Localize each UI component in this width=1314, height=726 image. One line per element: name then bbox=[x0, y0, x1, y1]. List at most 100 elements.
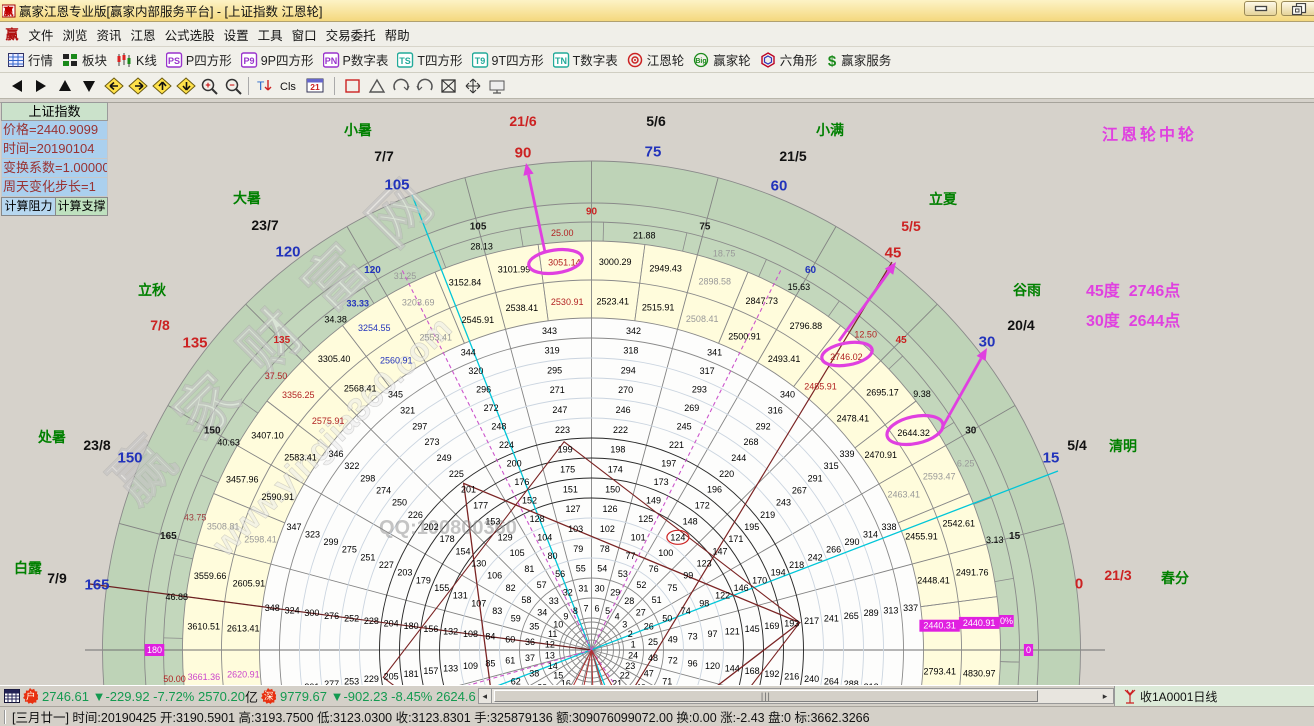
svg-text:2530.91: 2530.91 bbox=[551, 297, 584, 307]
svg-text:53: 53 bbox=[618, 569, 628, 579]
svg-text:TS: TS bbox=[400, 56, 412, 66]
svg-text:处暑: 处暑 bbox=[37, 429, 66, 445]
svg-text:29: 29 bbox=[610, 588, 620, 598]
svg-text:2793.41: 2793.41 bbox=[924, 666, 957, 676]
svg-text:12: 12 bbox=[545, 640, 555, 650]
svg-text:298: 298 bbox=[360, 473, 375, 483]
svg-text:293: 293 bbox=[692, 385, 707, 395]
svg-text:75: 75 bbox=[667, 583, 677, 593]
svg-text:193: 193 bbox=[784, 619, 799, 629]
svg-text:5/5: 5/5 bbox=[901, 218, 921, 234]
svg-text:244: 244 bbox=[731, 453, 746, 463]
svg-text:220: 220 bbox=[719, 469, 734, 479]
svg-text:107: 107 bbox=[471, 598, 486, 608]
svg-text:273: 273 bbox=[424, 437, 439, 447]
svg-text:82: 82 bbox=[506, 583, 516, 593]
svg-text:3610.51: 3610.51 bbox=[187, 621, 220, 631]
svg-text:7/7: 7/7 bbox=[374, 148, 394, 164]
svg-text:21/3: 21/3 bbox=[1104, 567, 1131, 583]
svg-text:81: 81 bbox=[524, 564, 534, 574]
svg-text:269: 269 bbox=[684, 403, 699, 413]
svg-text:2898.58: 2898.58 bbox=[699, 277, 732, 287]
svg-text:120: 120 bbox=[275, 244, 300, 261]
svg-text:270: 270 bbox=[618, 385, 633, 395]
svg-text:50.00: 50.00 bbox=[163, 674, 186, 684]
svg-text:2590.91: 2590.91 bbox=[262, 492, 295, 502]
svg-text:赢: 赢 bbox=[4, 5, 14, 18]
svg-text:317: 317 bbox=[700, 366, 715, 376]
svg-text:205: 205 bbox=[384, 671, 399, 681]
svg-text:2491.76: 2491.76 bbox=[956, 568, 989, 578]
svg-text:30: 30 bbox=[965, 426, 977, 437]
svg-text:248: 248 bbox=[491, 421, 506, 431]
svg-text:57: 57 bbox=[537, 580, 547, 590]
svg-text:28: 28 bbox=[624, 596, 634, 606]
svg-text:223: 223 bbox=[555, 425, 570, 435]
svg-text:291: 291 bbox=[808, 473, 823, 483]
svg-text:146: 146 bbox=[734, 583, 749, 593]
svg-text:105: 105 bbox=[470, 221, 487, 232]
svg-text:201: 201 bbox=[461, 485, 476, 495]
svg-text:23/7: 23/7 bbox=[251, 217, 278, 233]
svg-text:2949.43: 2949.43 bbox=[649, 264, 682, 274]
svg-text:80: 80 bbox=[547, 551, 557, 561]
svg-text:2538.41: 2538.41 bbox=[506, 303, 539, 313]
svg-text:7: 7 bbox=[583, 603, 588, 613]
svg-text:3356.25: 3356.25 bbox=[282, 390, 315, 400]
svg-text:9: 9 bbox=[563, 612, 568, 622]
svg-text:135: 135 bbox=[182, 335, 207, 352]
svg-text:23/8: 23/8 bbox=[83, 437, 110, 453]
svg-text:52: 52 bbox=[636, 580, 646, 590]
svg-text:324: 324 bbox=[285, 606, 300, 616]
svg-text:40.63: 40.63 bbox=[217, 438, 240, 448]
svg-text:PN: PN bbox=[324, 56, 337, 66]
svg-text:2746.02: 2746.02 bbox=[830, 352, 863, 362]
svg-text:242: 242 bbox=[808, 552, 823, 562]
svg-text:60: 60 bbox=[771, 178, 788, 195]
svg-text:98: 98 bbox=[699, 598, 709, 608]
svg-text:33.33: 33.33 bbox=[347, 299, 370, 309]
svg-text:173: 173 bbox=[654, 477, 669, 487]
svg-text:96: 96 bbox=[688, 658, 698, 668]
svg-text:196: 196 bbox=[707, 485, 722, 495]
svg-text:1: 1 bbox=[631, 640, 636, 650]
svg-text:345: 345 bbox=[388, 390, 403, 400]
svg-text:152: 152 bbox=[522, 495, 537, 505]
svg-text:341: 341 bbox=[707, 348, 722, 358]
svg-text:3203.69: 3203.69 bbox=[402, 297, 435, 307]
svg-text:3: 3 bbox=[622, 619, 627, 629]
svg-text:43.75: 43.75 bbox=[184, 512, 207, 522]
svg-text:9.38: 9.38 bbox=[913, 389, 931, 399]
svg-text:150: 150 bbox=[117, 450, 142, 467]
svg-text:145: 145 bbox=[745, 624, 760, 634]
svg-text:295: 295 bbox=[547, 365, 562, 375]
svg-text:265: 265 bbox=[844, 611, 859, 621]
svg-text:192: 192 bbox=[764, 669, 779, 679]
svg-text:2598.41: 2598.41 bbox=[244, 534, 277, 544]
svg-text:2440.91: 2440.91 bbox=[963, 618, 996, 628]
svg-text:74: 74 bbox=[681, 606, 691, 616]
svg-text:46.88: 46.88 bbox=[166, 592, 189, 602]
svg-text:100: 100 bbox=[658, 548, 673, 558]
svg-text:25.00: 25.00 bbox=[551, 228, 574, 238]
svg-text:18.75: 18.75 bbox=[713, 249, 736, 259]
svg-text:97: 97 bbox=[707, 629, 717, 639]
svg-text:小满: 小满 bbox=[816, 122, 844, 138]
svg-text:340: 340 bbox=[780, 390, 795, 400]
svg-text:60: 60 bbox=[505, 634, 515, 644]
svg-text:小暑: 小暑 bbox=[344, 122, 372, 138]
svg-text:149: 149 bbox=[646, 495, 661, 505]
svg-text:84: 84 bbox=[485, 632, 495, 642]
svg-text:323: 323 bbox=[305, 529, 320, 539]
svg-text:20/4: 20/4 bbox=[1007, 317, 1034, 333]
svg-text:PS: PS bbox=[168, 56, 180, 66]
svg-text:28.13: 28.13 bbox=[470, 242, 493, 252]
svg-text:春分: 春分 bbox=[1160, 570, 1189, 586]
svg-text:34: 34 bbox=[537, 607, 547, 617]
svg-text:144: 144 bbox=[725, 664, 740, 674]
svg-text:2560.91: 2560.91 bbox=[380, 356, 413, 366]
svg-text:338: 338 bbox=[881, 522, 896, 532]
svg-text:225: 225 bbox=[449, 469, 464, 479]
svg-text:290: 290 bbox=[844, 537, 859, 547]
svg-text:347: 347 bbox=[286, 522, 301, 532]
